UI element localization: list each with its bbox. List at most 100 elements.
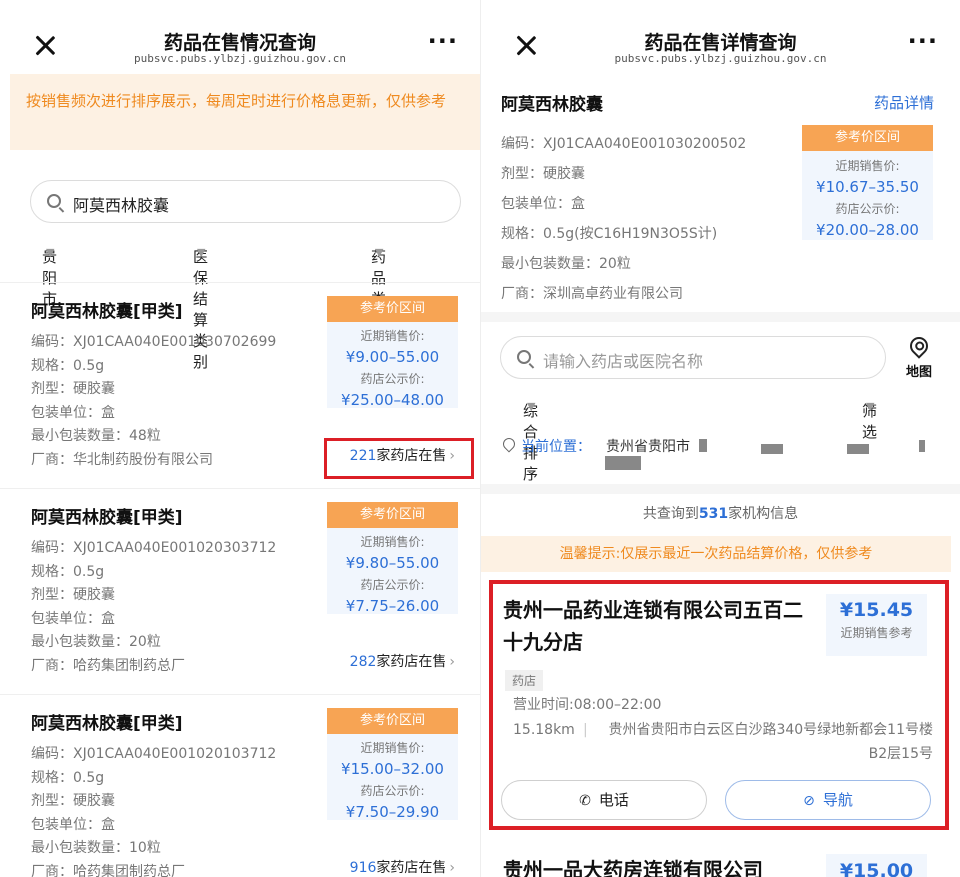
section-divider [481, 312, 960, 322]
drug-sale-list-panel: 药品在售情况查询 pubsvc.pubs.ylbzj.guizhou.gov.c… [0, 0, 480, 877]
drug-title: 阿莫西林胶囊[甲类] [31, 508, 183, 528]
public-price-value: ¥20.00–28.00 [816, 221, 919, 239]
drug-search-input[interactable]: 阿莫西林胶囊 [30, 180, 461, 223]
redaction-block [699, 439, 707, 452]
search-icon [47, 194, 61, 208]
drug-form: 剂型：硬胶囊 [31, 793, 115, 809]
stores-on-sale-link[interactable]: 916家药店在售 › [350, 857, 455, 877]
current-location[interactable]: 当前位置： 贵州省贵阳市 [500, 435, 943, 476]
drug-unit: 包装单位：盒 [501, 196, 585, 212]
drug-unit: 包装单位：盒 [31, 610, 115, 627]
store-count-suffix: 家药店在售 [376, 860, 447, 876]
call-button[interactable]: ✆ 电话 [501, 780, 707, 820]
recent-price-value: ¥9.00–55.00 [345, 348, 440, 366]
recent-price-label: 近期销售价: [360, 329, 425, 343]
drug-min-qty: 最小包装数量：10粒 [31, 840, 161, 856]
store-address: 贵州省贵阳市白云区白沙路340号绿地新都会11号楼B2层15号 [608, 722, 933, 762]
drug-form: 剂型：硬胶囊 [31, 381, 115, 397]
store-type-badge: 药店 [505, 670, 544, 691]
phone-icon: ✆ [579, 793, 591, 809]
chevron-right-icon: › [449, 654, 455, 670]
drug-maker: 厂商：华北制药股份有限公司 [31, 451, 213, 468]
public-price-value: ¥25.00–48.00 [341, 391, 444, 409]
public-price-label: 药店公示价: [360, 784, 425, 798]
drug-sale-detail-panel: 药品在售详情查询 pubsvc.pubs.ylbzj.guizhou.gov.c… [481, 0, 960, 877]
store-distance: 15.18km [513, 722, 575, 738]
public-price-label: 药店公示价: [360, 578, 425, 592]
drug-meta: 编码：XJ01CAA040E001020303712 规格：0.5g 剂型：硬胶… [31, 537, 276, 678]
drug-meta: 编码：XJ01CAA040E001030200502 剂型：硬胶囊 包装单位：盒… [501, 129, 746, 309]
nav-bar: 药品在售详情查询 pubsvc.pubs.ylbzj.guizhou.gov.c… [481, 0, 960, 72]
page-title: 药品在售情况查询 [163, 32, 316, 54]
store-price-value: ¥15.00 [826, 854, 927, 877]
store-card[interactable]: 贵州一品药业连锁有限公司五百二十九分店 ¥15.45 近期销售参考 药店 营业时… [489, 580, 949, 830]
drug-meta: 编码：XJ01CAA040E001030702699 规格：0.5g 剂型：硬胶… [31, 331, 276, 472]
drug-min-qty: 最小包装数量：20粒 [501, 256, 631, 272]
price-range-header: 参考价区间 [327, 296, 458, 322]
caret-down-icon: ▼ [197, 246, 206, 259]
store-price-label: 近期销售参考 [840, 626, 913, 640]
price-range-header: 参考价区间 [327, 708, 458, 734]
store-count-suffix: 家药店在售 [376, 654, 447, 670]
current-location-value: 贵州省贵阳市 [606, 439, 690, 455]
drug-card[interactable]: 阿莫西林胶囊[甲类] 编码：XJ01CAA040E001020303712 规格… [0, 488, 480, 694]
drug-unit: 包装单位：盒 [31, 404, 115, 421]
drug-name: 阿莫西林胶囊 [501, 95, 603, 115]
caret-down-icon: ▼ [527, 400, 536, 413]
price-range-box: 参考价区间 近期销售价: ¥9.00–55.00 药店公示价: ¥25.00–4… [327, 296, 458, 409]
recent-price-value: ¥9.80–55.00 [345, 554, 440, 572]
drug-spec: 规格：0.5g [31, 769, 105, 786]
caret-down-icon: ▼ [375, 246, 384, 259]
public-price-label: 药店公示价: [835, 202, 900, 216]
price-range-box: 参考价区间 近期销售价: ¥15.00–32.00 药店公示价: ¥7.50–2… [327, 708, 458, 821]
business-hours: 营业时间:08:00–22:00 [513, 697, 662, 713]
recent-price-value: ¥15.00–32.00 [341, 760, 444, 778]
price-range-header: 参考价区间 [327, 502, 458, 528]
more-icon[interactable]: ··· [428, 29, 458, 53]
public-price-value: ¥7.50–29.90 [345, 803, 440, 821]
page-domain: pubsvc.pubs.ylbzj.guizhou.gov.cn [134, 52, 346, 65]
drug-spec: 规格：0.5g [31, 563, 105, 580]
map-button[interactable]: 地图 [897, 333, 941, 383]
drug-maker: 厂商：深圳高卓药业有限公司 [501, 286, 683, 302]
store-search-input[interactable]: 请输入药店或医院名称 [500, 336, 886, 379]
filter-bar: 贵阳市▼ 医保结算类别▼ 药品类别▼ [42, 246, 387, 371]
navigate-button[interactable]: ⊘ 导航 [725, 780, 931, 820]
price-range-header: 参考价区间 [802, 125, 933, 151]
page-title: 药品在售详情查询 [644, 32, 797, 54]
map-label: 地图 [905, 365, 932, 380]
drug-unit: 包装单位：盒 [31, 816, 115, 833]
current-location-label: 当前位置： [521, 439, 591, 455]
store-card[interactable]: 贵州一品大药房连锁有限公司 ¥15.00 [489, 844, 949, 877]
search-placeholder: 请输入药店或医院名称 [543, 352, 704, 371]
drug-spec: 规格：0.5g [31, 357, 105, 374]
drug-min-qty: 最小包装数量：48粒 [31, 428, 161, 444]
store-name: 贵州一品药业连锁有限公司五百二十九分店 [503, 598, 803, 654]
public-price-label: 药店公示价: [360, 372, 425, 386]
drug-detail-link[interactable]: 药品详情 [874, 92, 934, 113]
store-count: 282 [349, 654, 377, 670]
drug-code: 编码：XJ01CAA040E001020103712 [31, 746, 277, 762]
drug-title: 阿莫西林胶囊[甲类] [31, 714, 183, 734]
store-price-value: ¥15.45 [839, 599, 914, 621]
location-pin-icon [500, 435, 518, 453]
recent-price-value: ¥10.67–35.50 [816, 178, 919, 196]
drug-form: 剂型：硬胶囊 [31, 587, 115, 603]
caret-down-icon: ▼ [46, 246, 55, 259]
store-name: 贵州一品大药房连锁有限公司 [503, 858, 763, 877]
drug-card[interactable]: 阿莫西林胶囊[甲类] 编码：XJ01CAA040E001020103712 规格… [0, 694, 480, 877]
drug-code: 编码：XJ01CAA040E001020303712 [31, 540, 277, 556]
drug-code: 编码：XJ01CAA040E001030200502 [501, 136, 747, 152]
more-icon[interactable]: ··· [908, 29, 938, 53]
stores-on-sale-link[interactable]: 282家药店在售 › [350, 651, 455, 671]
drug-meta: 编码：XJ01CAA040E001020103712 规格：0.5g 剂型：硬胶… [31, 743, 276, 877]
redaction-block [605, 456, 641, 470]
highlight-box [324, 438, 474, 479]
recent-price-label: 近期销售价: [360, 535, 425, 549]
section-divider [481, 484, 960, 494]
price-range-box: 参考价区间 近期销售价: ¥10.67–35.50 药店公示价: ¥20.00–… [802, 125, 933, 240]
redaction-block [847, 444, 869, 454]
price-update-notice: 按销售频次进行排序展示，每周定时进行价格息更新，仅供参考 [10, 74, 480, 150]
search-value: 阿莫西林胶囊 [73, 196, 170, 215]
drug-maker: 厂商：哈药集团制药总厂 [31, 657, 185, 674]
